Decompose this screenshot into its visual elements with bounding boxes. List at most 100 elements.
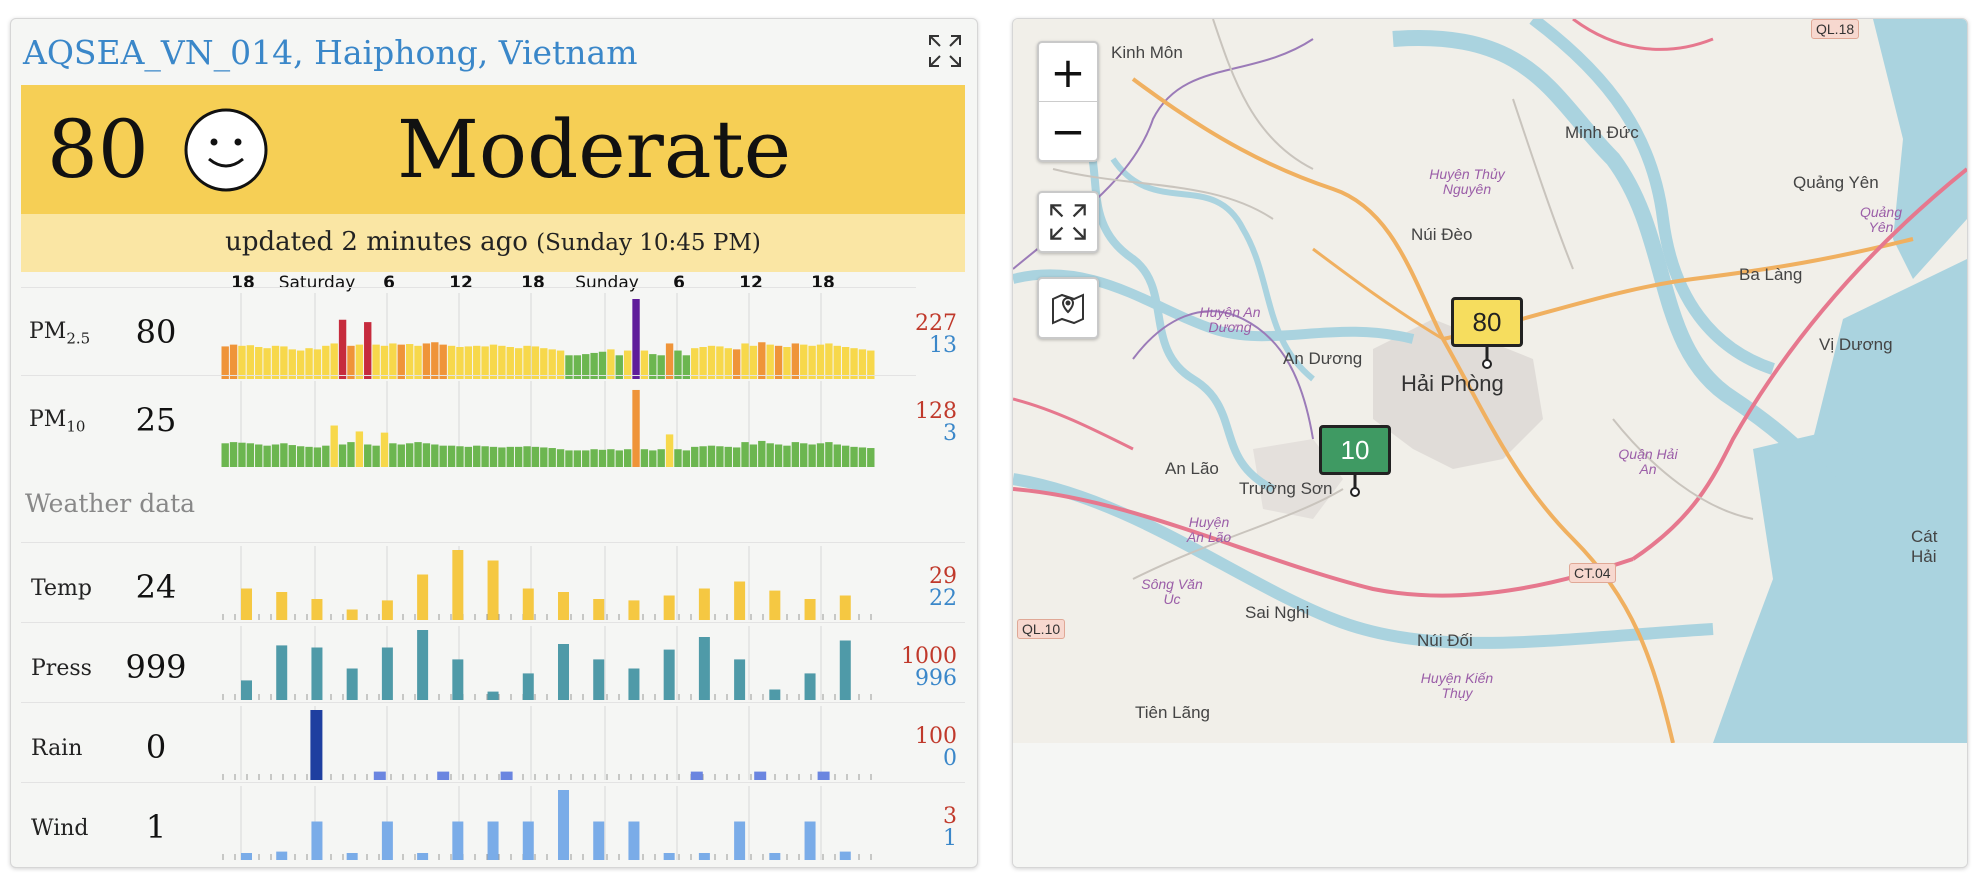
chart-bar <box>417 630 429 700</box>
chart-bar <box>280 443 288 467</box>
chart-bar <box>707 445 716 467</box>
marker-value: 10 <box>1319 425 1391 475</box>
weather-heading: Weather data <box>25 489 196 518</box>
chart-bar <box>741 343 749 379</box>
aqi-banner: 80 Moderate <box>21 85 965 214</box>
chart-bar <box>769 689 781 700</box>
chart-bar <box>573 450 582 467</box>
chart-bar <box>867 448 875 467</box>
chart-bar <box>439 344 447 379</box>
weather-history-chart[interactable] <box>221 546 875 620</box>
chart-bar <box>355 431 364 467</box>
chart-bar <box>674 449 682 467</box>
chart-bar <box>389 443 397 467</box>
chart-bar <box>346 609 358 620</box>
min-value: 1 <box>943 826 957 851</box>
chart-bar <box>593 821 605 860</box>
chart-bar <box>804 821 816 860</box>
chart-bar <box>816 443 825 467</box>
time-axis-label: Saturday <box>278 273 356 293</box>
chart-bar <box>682 450 691 467</box>
chart-bar <box>439 445 447 467</box>
weather-history-chart[interactable] <box>221 626 875 700</box>
chart-bar <box>607 449 615 467</box>
map-layer-icon[interactable] <box>1039 279 1097 337</box>
chart-bar <box>305 446 313 467</box>
chart-bar <box>481 446 489 467</box>
chart-bar <box>558 790 569 860</box>
district-song-van-uc: Sông Văn Úc <box>1141 576 1203 607</box>
map[interactable]: Kinh Môn Minh Đức Quảng Yên Núi Đèo Ba L… <box>1013 19 1967 744</box>
chart-bar <box>405 344 414 379</box>
chart-bar <box>766 443 774 467</box>
district-quang-yen: Quảng Yên <box>1859 204 1903 235</box>
chart-bar <box>839 851 851 860</box>
weather-label: Rain <box>31 736 83 761</box>
chart-bar <box>347 442 355 467</box>
map-fullscreen-icon[interactable] <box>1039 193 1097 251</box>
district-kien-thuy: Huyện Kiến Thụy <box>1420 670 1494 701</box>
chart-bar <box>623 449 632 467</box>
chart-bar <box>558 592 569 620</box>
zoom-out-button[interactable]: − <box>1039 102 1097 160</box>
time-axis-label: 12 <box>449 273 473 293</box>
fullscreen-icon[interactable] <box>927 33 963 69</box>
chart-bar <box>523 446 531 467</box>
pollutant-history-chart[interactable] <box>221 293 875 379</box>
chart-bar <box>364 322 372 379</box>
chart-bar <box>238 442 246 467</box>
chart-bar <box>487 560 499 620</box>
chart-bar <box>397 344 405 379</box>
row-divider <box>21 375 916 376</box>
station-title[interactable]: AQSEA_VN_014, Haiphong, Vietnam <box>23 33 638 72</box>
weather-history-chart[interactable] <box>221 786 875 860</box>
station-marker-secondary[interactable]: 10 <box>1319 425 1391 497</box>
chart-bar <box>791 343 800 379</box>
chart-bar <box>531 446 540 467</box>
station-panel: AQSEA_VN_014, Haiphong, Vietnam 80 Moder… <box>10 18 978 868</box>
chart-bar <box>698 637 710 700</box>
chart-bar <box>373 771 386 780</box>
place-sai-nghi: Sai Nghi <box>1245 603 1310 622</box>
chart-bar <box>565 450 573 467</box>
chart-bar <box>296 446 305 467</box>
chart-bar <box>276 592 288 620</box>
weather-value: 1 <box>145 808 167 846</box>
chart-bar <box>817 771 830 780</box>
chart-bar <box>372 344 380 379</box>
weather-history-chart[interactable] <box>221 706 875 780</box>
chart-bar <box>241 680 252 700</box>
pollutant-name: PM <box>29 407 67 432</box>
row-divider <box>21 622 965 623</box>
pollutant-history-chart[interactable] <box>221 381 875 467</box>
chart-bar <box>800 344 808 379</box>
chart-bar <box>825 343 833 379</box>
place-hai-phong: Hải Phòng <box>1401 371 1504 396</box>
zoom-in-button[interactable]: + <box>1039 43 1097 102</box>
chart-bar <box>473 445 481 467</box>
chart-bar <box>310 710 323 780</box>
chart-bar <box>769 853 781 860</box>
station-marker-haiphong[interactable]: 80 <box>1451 297 1523 369</box>
road-ct04: CT.04 <box>1569 563 1616 583</box>
place-an-duong: An Dương <box>1283 349 1363 368</box>
chart-bar <box>381 647 393 700</box>
chart-bar <box>732 447 741 467</box>
map-panel: Kinh Môn Minh Đức Quảng Yên Núi Đèo Ba L… <box>1012 18 1968 868</box>
pollutant-label: PM2.5 <box>29 319 90 347</box>
marker-value: 80 <box>1451 297 1523 347</box>
chart-bar <box>808 444 816 467</box>
aqi-value: 80 <box>47 103 149 196</box>
chart-bar <box>783 445 791 467</box>
chart-bar <box>522 821 534 860</box>
chart-bar <box>241 588 252 620</box>
chart-bar <box>271 444 280 467</box>
chart-bar <box>431 444 439 467</box>
chart-bar <box>800 443 808 467</box>
chart-bar <box>487 691 499 700</box>
chart-bar <box>522 673 534 700</box>
chart-bar <box>691 446 699 467</box>
chart-bar <box>422 443 431 467</box>
pollutant-subscript: 10 <box>66 417 86 436</box>
chart-bar <box>663 649 675 700</box>
